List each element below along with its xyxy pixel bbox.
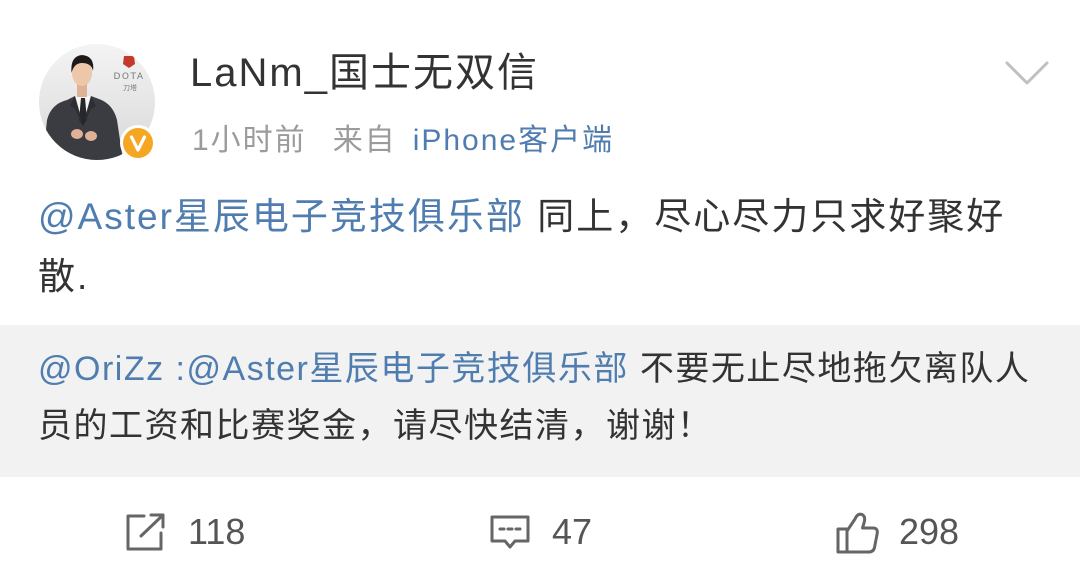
source-prefix: 来自 [332,124,397,157]
repost-author-link[interactable]: @OriZz : [38,350,187,388]
repost-count: 118 [188,511,246,552]
repost-button[interactable]: 118 [124,508,245,556]
reposted-content[interactable]: @OriZz :@Aster星辰电子竞技俱乐部 不要无止尽地拖欠离队人员的工资和… [0,325,1080,477]
comment-count: 47 [552,511,593,552]
avatar-logo-text: DOTA [114,72,145,82]
like-count: 298 [899,511,960,552]
like-icon [836,512,879,554]
source-link[interactable]: iPhone客户端 [413,124,614,157]
post-body[interactable]: @Aster星辰电子竞技俱乐部 同上，尽心尽力只求好聚好散. [38,187,1042,307]
post-menu-button[interactable] [1005,60,1049,86]
avatar-logo-subtext: 刀塔 [123,83,137,92]
like-button[interactable]: 298 [835,508,959,556]
repost-text-block: @OriZz :@Aster星辰电子竞技俱乐部 不要无止尽地拖欠离队人员的工资和… [38,341,1042,455]
post-time[interactable]: 1小时前 [192,124,307,157]
comment-button[interactable]: 47 [488,508,592,556]
mention-link[interactable]: @Aster星辰电子竞技俱乐部 [38,196,525,237]
weibo-post-card: DOTA 刀塔 LaNm_国士无双信 1小时前 来自 iPhone客户端 @Aste… [0,0,1080,579]
comment-icon [490,515,530,549]
post-meta: 1小时前 来自 iPhone客户端 [192,122,614,160]
repost-icon [126,513,165,551]
verified-badge-icon [119,124,157,162]
repost-mention-link[interactable]: @Aster星辰电子竞技俱乐部 [187,350,629,388]
username[interactable]: LaNm_国士无双信 [190,50,539,96]
chevron-down-icon [1005,61,1049,85]
